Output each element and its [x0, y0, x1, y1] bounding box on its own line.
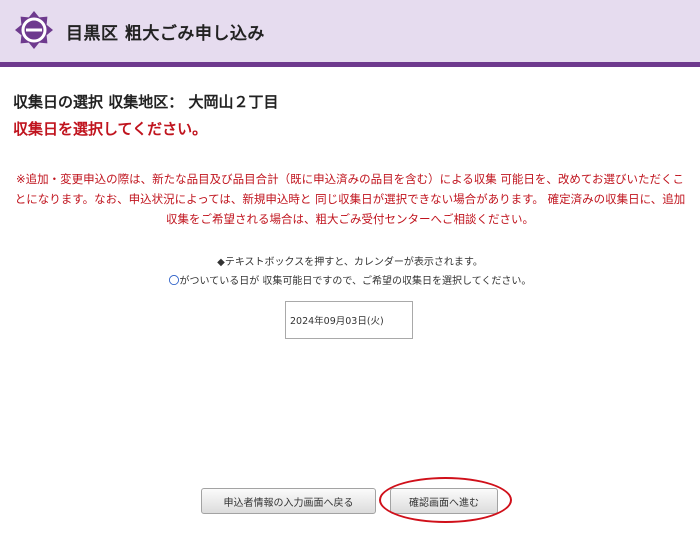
back-to-applicant-info-button[interactable]: 申込者情報の入力画面へ戻る — [201, 488, 376, 514]
circle-mark-icon: 〇 — [168, 274, 180, 287]
meguro-emblem-icon — [15, 11, 53, 49]
available-date-hint-text: がついている日が 収集可能日ですので、ご希望の収集日を選択してください。 — [179, 276, 532, 287]
available-date-hint: 〇がついている日が 収集可能日ですので、ご希望の収集日を選択してください。 — [0, 272, 700, 288]
app-title: 目黒区 粗大ごみ申し込み — [66, 24, 265, 44]
change-notice: ※追加・変更申込の際は、新たな品目及び品目合計（既に申込済みの品目を含む）による… — [14, 172, 686, 226]
proceed-to-confirm-button[interactable]: 確認画面へ進む — [390, 488, 498, 514]
page-heading: 収集日の選択 収集地区： 大岡山２丁目 — [13, 93, 279, 111]
collection-date-input[interactable] — [285, 301, 413, 339]
app-header: 目黒区 粗大ごみ申し込み — [0, 0, 700, 67]
select-date-instruction: 収集日を選択してください。 — [13, 120, 208, 138]
calendar-hint: ◆テキストボックスを押すと、カレンダーが表示されます。 — [217, 257, 483, 268]
